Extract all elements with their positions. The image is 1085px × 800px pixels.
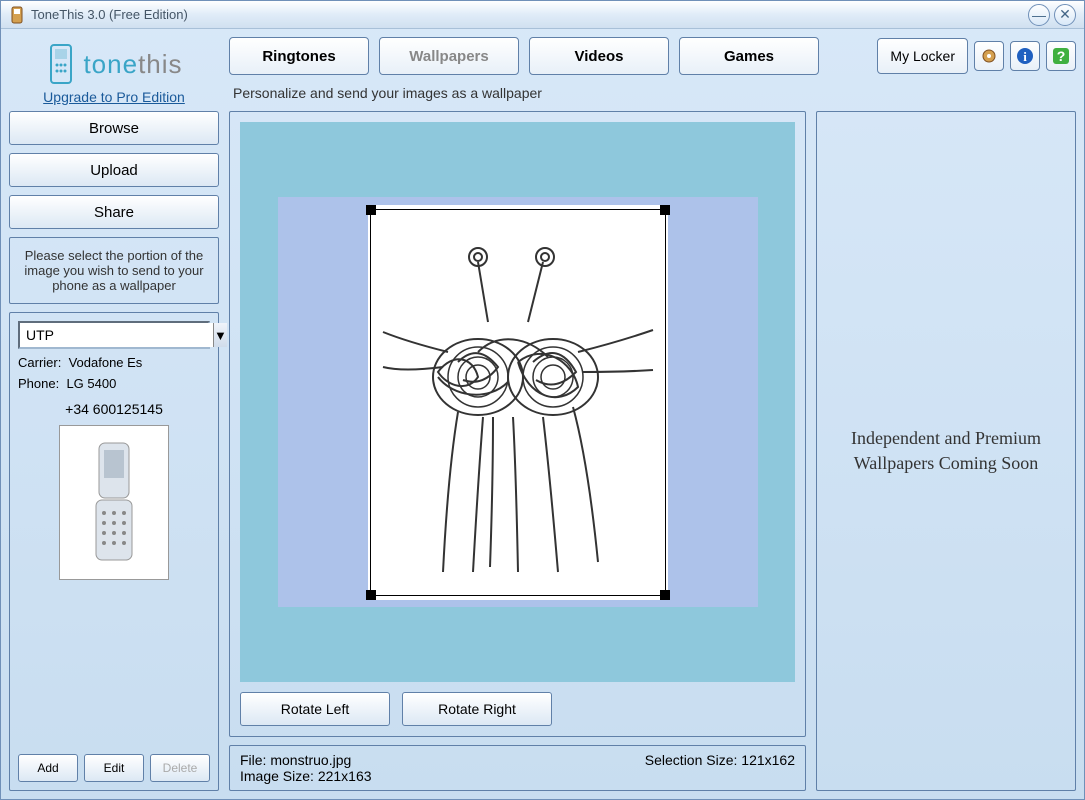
editor-panel: Rotate Left Rotate Right: [229, 111, 806, 737]
upload-button[interactable]: Upload: [9, 153, 219, 187]
settings-button[interactable]: [974, 41, 1004, 71]
status-bar: File: monstruo.jpg Image Size: 221x163 S…: [229, 745, 806, 791]
carrier-input[interactable]: [20, 323, 213, 347]
handle-top-right[interactable]: [660, 205, 670, 215]
dropdown-icon[interactable]: ▼: [213, 323, 227, 347]
browse-button[interactable]: Browse: [9, 111, 219, 145]
help-icon: ?: [1051, 46, 1071, 66]
app-icon: [9, 5, 25, 25]
handle-top-left[interactable]: [366, 205, 376, 215]
subtitle: Personalize and send your images as a wa…: [233, 85, 1076, 101]
phone-logo-icon: [45, 43, 77, 85]
phone-number: +34 600125145: [18, 401, 210, 417]
delete-phone-button[interactable]: Delete: [150, 754, 210, 782]
help-button[interactable]: ?: [1046, 41, 1076, 71]
minimize-button[interactable]: —: [1028, 4, 1050, 26]
image-size: 221x163: [318, 768, 372, 784]
carrier-select[interactable]: ▼: [18, 321, 210, 349]
image-frame: [278, 197, 758, 607]
instruction-box: Please select the portion of the image y…: [9, 237, 219, 304]
add-phone-button[interactable]: Add: [18, 754, 78, 782]
image-content[interactable]: [368, 205, 668, 600]
upgrade-link[interactable]: Upgrade to Pro Edition: [43, 89, 185, 105]
window-title: ToneThis 3.0 (Free Edition): [31, 7, 1024, 22]
selection-size: 121x162: [741, 752, 795, 768]
file-name: monstruo.jpg: [270, 752, 351, 768]
logo-area: tonethis Upgrade to Pro Edition: [9, 37, 219, 105]
phone-image: [59, 425, 169, 580]
image-canvas[interactable]: [240, 122, 795, 682]
info-icon: i: [1015, 46, 1035, 66]
svg-text:?: ?: [1057, 48, 1066, 64]
tab-ringtones[interactable]: Ringtones: [229, 37, 369, 75]
phone-row: Phone: LG 5400: [18, 376, 210, 391]
close-button[interactable]: ✕: [1054, 4, 1076, 26]
info-button[interactable]: i: [1010, 41, 1040, 71]
tab-videos[interactable]: Videos: [529, 37, 669, 75]
handle-bottom-left[interactable]: [366, 590, 376, 600]
tab-wallpapers[interactable]: Wallpapers: [379, 37, 519, 75]
svg-text:i: i: [1023, 49, 1027, 64]
app-window: ToneThis 3.0 (Free Edition) — ✕ tonethis…: [0, 0, 1085, 800]
gear-icon: [979, 46, 999, 66]
titlebar: ToneThis 3.0 (Free Edition) — ✕: [1, 1, 1084, 29]
carrier-row: Carrier: Vodafone Es: [18, 355, 210, 370]
handle-bottom-right[interactable]: [660, 590, 670, 600]
flip-phone-icon: [84, 438, 144, 568]
edit-phone-button[interactable]: Edit: [84, 754, 144, 782]
tab-games[interactable]: Games: [679, 37, 819, 75]
mylocker-button[interactable]: My Locker: [877, 38, 968, 74]
phone-panel: ▼ Carrier: Vodafone Es Phone: LG 5400 +3…: [9, 312, 219, 791]
promo-panel: Independent and Premium Wallpapers Comin…: [816, 111, 1076, 791]
rotate-left-button[interactable]: Rotate Left: [240, 692, 390, 726]
logo-text: tonethis: [83, 49, 182, 80]
share-button[interactable]: Share: [9, 195, 219, 229]
rotate-right-button[interactable]: Rotate Right: [402, 692, 552, 726]
selection-box[interactable]: [370, 209, 666, 596]
